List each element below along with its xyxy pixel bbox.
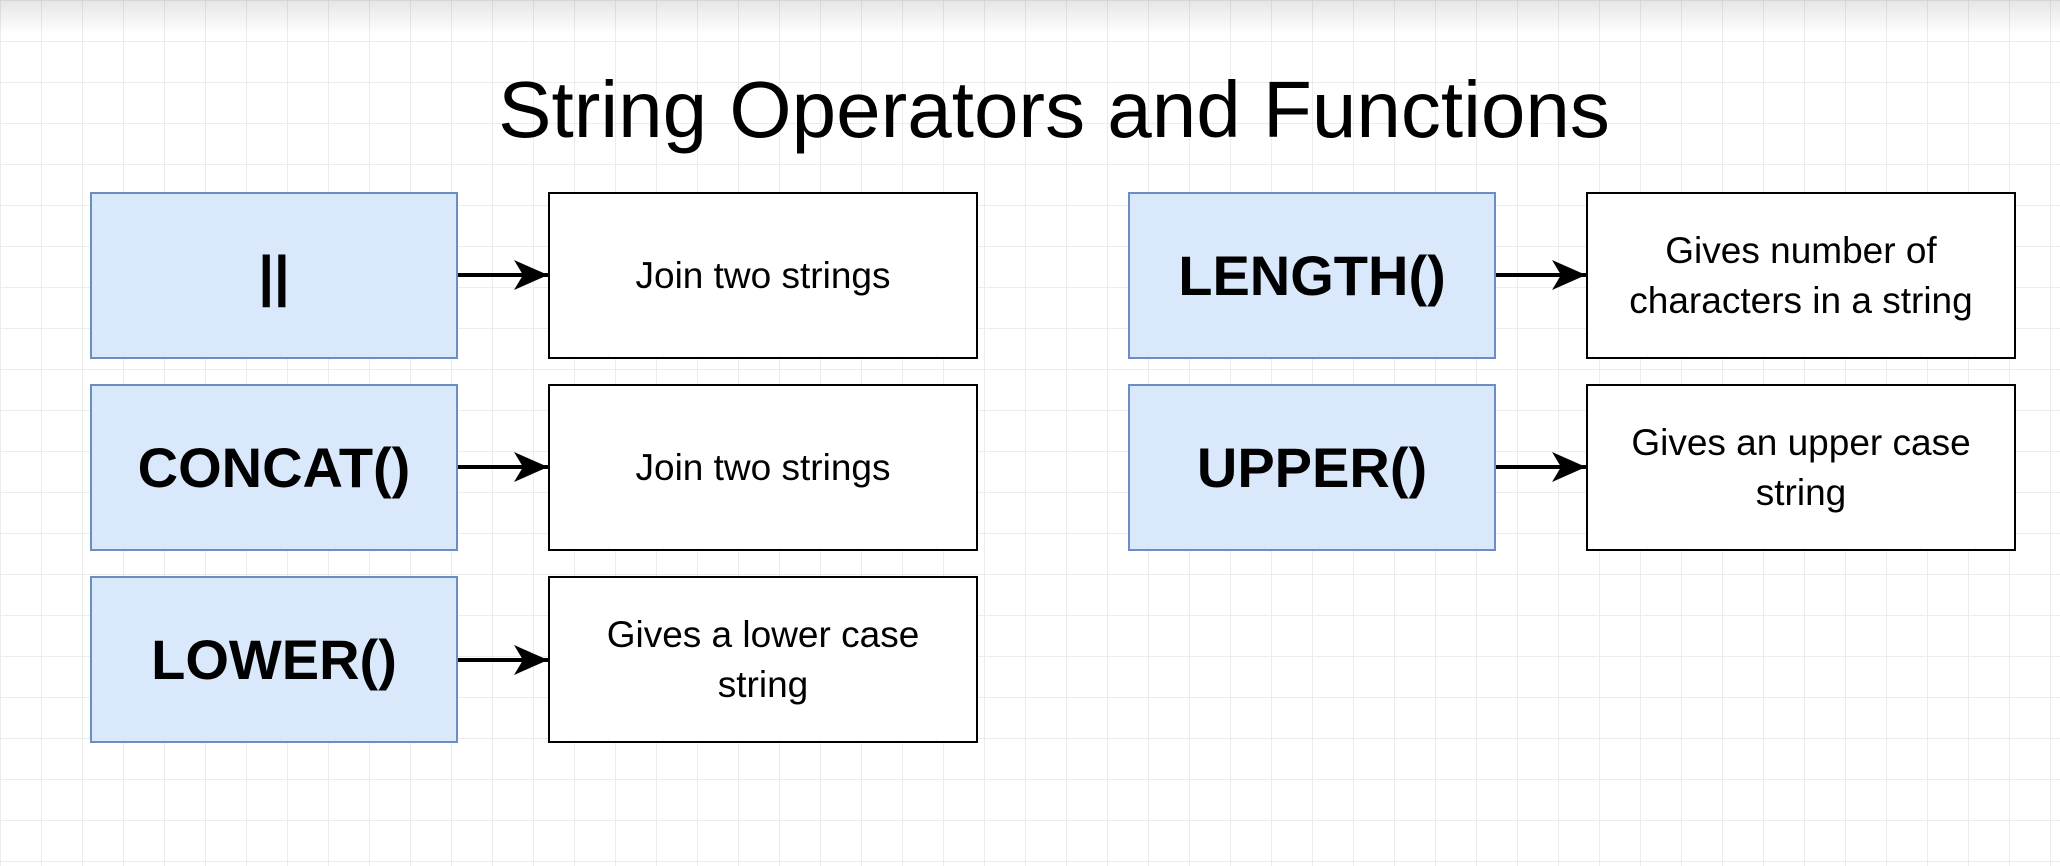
connector-arrows [458,260,1586,675]
